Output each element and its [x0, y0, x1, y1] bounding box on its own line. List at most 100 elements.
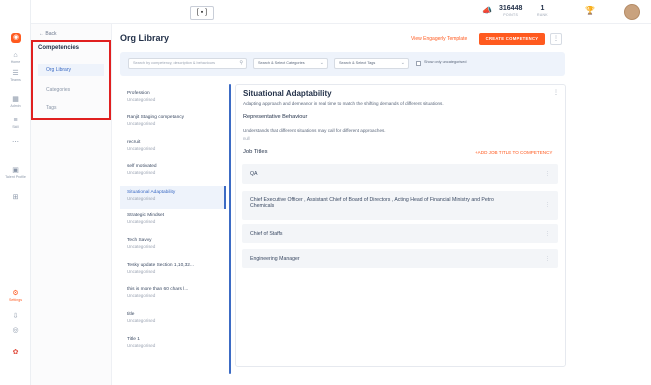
rail-more[interactable]: ⋯	[0, 139, 31, 147]
search-icon: ⚲	[239, 60, 243, 66]
rail-label: Home	[10, 60, 21, 64]
list-item[interactable]: Ranjit Staging competancy Uncategorised	[120, 115, 226, 127]
search-input[interactable]: Search by competency, description & beha…	[128, 58, 247, 69]
admin-icon: ▦	[12, 96, 19, 103]
announcement-icon[interactable]: 📣	[482, 6, 492, 15]
search-placeholder: Search by competency, description & beha…	[133, 61, 216, 65]
rail-settings[interactable]: ⚙ Settings	[0, 290, 31, 302]
avatar[interactable]	[624, 4, 640, 20]
job-title-row[interactable]: Chief Executive Officer , Assistant Chie…	[242, 191, 558, 220]
rank-label: RANK	[537, 13, 548, 17]
icon-rail: ◉ ⌂ Home ☰ Teams ▦ Admin ≡ Skill ⋯ ▣ Talent P…	[0, 0, 31, 385]
job-title-row[interactable]: Engineering Manager ⋮	[242, 249, 558, 268]
brand-logo[interactable]: [ ▪ ]	[190, 6, 214, 20]
list-item[interactable]: Tech Savvy Uncategorised	[120, 238, 226, 250]
highlight-annotation	[31, 40, 111, 120]
category-select-label: Search & Select Categories	[258, 61, 305, 65]
top-bar: [ ▪ ] 📣 316448 POINTS 1 RANK 🏆	[31, 0, 651, 24]
grid-icon: ⊞	[12, 194, 19, 201]
list-scrollbar[interactable]	[229, 84, 231, 374]
chart-icon: ≡	[13, 117, 18, 124]
uncategorised-label: Show only uncategorised	[424, 60, 467, 64]
competency-category: Uncategorised	[127, 293, 156, 298]
job-title-text: QA	[250, 171, 258, 177]
rail-label: Admin	[10, 104, 21, 108]
rank-value: 1	[540, 5, 545, 12]
back-label: Back	[45, 31, 57, 37]
detail-title: Situational Adaptability	[243, 89, 332, 98]
uncategorised-checkbox[interactable]	[416, 61, 421, 66]
rail-home[interactable]: ⌂ Home	[0, 52, 31, 64]
competency-category: Uncategorised	[127, 121, 156, 126]
competency-category: Uncategorised	[127, 97, 156, 102]
chevron-down-icon: ⌄	[319, 60, 324, 66]
rail-teams[interactable]: ☰ Teams	[0, 70, 31, 82]
points-label: POINTS	[503, 13, 519, 17]
tag-select-label: Search & Select Tags	[339, 61, 376, 65]
rail-label: Skill	[12, 125, 19, 129]
list-item[interactable]: title Uncategorised	[120, 312, 226, 324]
competency-category: Uncategorised	[127, 318, 156, 323]
category-select[interactable]: Search & Select Categories ⌄	[253, 58, 328, 69]
rail-grid[interactable]: ⊞	[0, 194, 31, 202]
detail-menu-button[interactable]: ⋮	[553, 89, 559, 96]
tag-select[interactable]: Search & Select Tags ⌄	[334, 58, 409, 69]
chevron-down-icon: ⌄	[400, 60, 405, 66]
rail-help[interactable]: ◎	[0, 327, 31, 335]
page-title: Org Library	[120, 33, 170, 43]
list-item[interactable]: recruit Uncategorised	[120, 140, 226, 152]
competency-category: Uncategorised	[127, 146, 156, 151]
create-competency-button[interactable]: CREATE COMPETENCY	[479, 33, 545, 45]
competency-category: Uncategorised	[127, 269, 156, 274]
teams-icon: ☰	[12, 70, 19, 77]
points-value: 316448	[499, 5, 523, 12]
app-logo-icon[interactable]: ◉	[11, 33, 21, 43]
list-item[interactable]: Title 1 Uncategorised	[120, 337, 226, 349]
help-icon: ◎	[12, 327, 19, 334]
profile-icon: ▣	[12, 167, 19, 174]
rail-label: Talent Profile	[5, 175, 26, 179]
add-job-title-link[interactable]: +ADD JOB TITLE TO COMPETENCY	[475, 150, 552, 155]
back-link[interactable]: ← Back	[39, 31, 57, 37]
list-item[interactable]: Tesky update Section 1,10,32... Uncategor…	[120, 263, 226, 275]
row-menu-icon[interactable]: ⋮	[545, 202, 550, 208]
list-item-selected[interactable]: Situational Adaptability Uncategorised	[120, 186, 226, 209]
null-text: null	[243, 136, 250, 141]
list-item[interactable]: Strategic Mindset Uncategorised	[120, 213, 226, 225]
list-item[interactable]: self motivated Uncategorised	[120, 164, 226, 176]
job-title-text: Engineering Manager	[250, 256, 300, 262]
list-item[interactable]: Profession Uncategorised	[120, 91, 226, 103]
rank-stat: 1 RANK	[537, 5, 548, 18]
competency-category: Uncategorised	[127, 170, 156, 175]
rail-brand[interactable]: ✿	[0, 349, 31, 357]
rail-talent-profile[interactable]: ▣ Talent Profile	[0, 167, 31, 179]
rail-skill[interactable]: ≡ Skill	[0, 117, 31, 129]
job-title-row[interactable]: Chief of Staffs ⋮	[242, 224, 558, 243]
row-menu-icon[interactable]: ⋮	[545, 171, 550, 177]
competency-category: Uncategorised	[127, 196, 156, 201]
rep-behaviour-text: Understands that different situations ma…	[243, 128, 386, 133]
back-arrow-icon: ←	[39, 31, 44, 37]
job-titles-heading: Job Titles	[243, 149, 268, 155]
competency-category: Uncategorised	[127, 343, 156, 348]
rail-label: Settings	[9, 298, 22, 302]
rail-download[interactable]: ⇩	[0, 313, 31, 321]
competency-category: Uncategorised	[127, 244, 156, 249]
gear-icon: ⚙	[12, 290, 19, 297]
job-title-text: Chief Executive Officer , Assistant Chie…	[250, 197, 494, 209]
more-options-button[interactable]: ⋮	[550, 33, 562, 45]
job-title-row[interactable]: QA ⋮	[242, 164, 558, 184]
job-title-text: Chief of Staffs	[250, 231, 283, 237]
row-menu-icon[interactable]: ⋮	[545, 256, 550, 262]
list-item[interactable]: this is more than 60 chars l... Uncategor…	[120, 287, 226, 299]
download-icon: ⇩	[12, 313, 19, 320]
rep-behaviour-heading: Representative Behaviour	[243, 114, 308, 120]
detail-description: Adapting approach and demeanor in real t…	[243, 101, 444, 106]
trophy-icon[interactable]: 🏆	[585, 6, 595, 15]
brand-mark-icon: ✿	[12, 349, 19, 356]
rail-admin[interactable]: ▦ Admin	[0, 96, 31, 108]
competency-category: Uncategorised	[127, 219, 156, 224]
view-template-link[interactable]: View Engagerly Template	[411, 36, 467, 42]
home-icon: ⌂	[13, 52, 18, 59]
row-menu-icon[interactable]: ⋮	[545, 231, 550, 237]
